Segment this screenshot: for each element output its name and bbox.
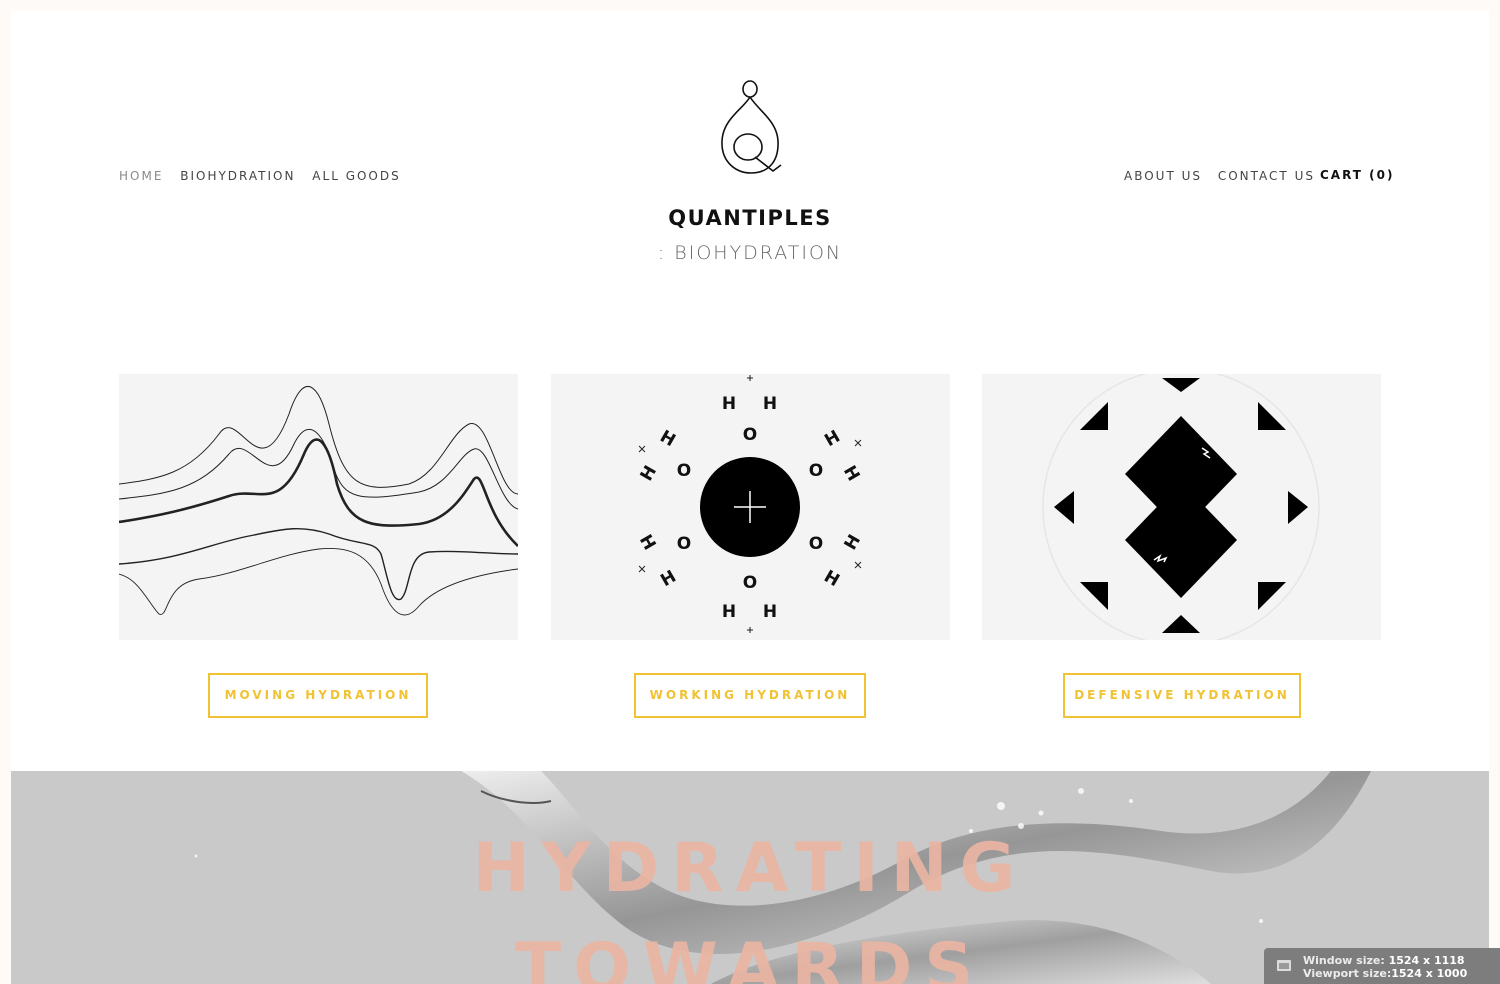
nav-home-link[interactable]: HOME — [119, 169, 163, 183]
svg-text:O: O — [677, 534, 691, 554]
svg-text:H: H — [839, 462, 863, 484]
cart-link[interactable]: CART (0) — [1320, 168, 1394, 182]
svg-text:H: H — [763, 394, 777, 414]
svg-text:H: H — [820, 567, 842, 591]
nav-about-us-link[interactable]: ABOUT US — [1124, 169, 1202, 183]
brand-subtitle: : BIOHYDRATION — [657, 242, 843, 264]
brand-name: QUANTIPLES — [668, 206, 832, 230]
viewport-size-value: 1524 x 1000 — [1391, 967, 1468, 980]
page: HOME BIOHYDRATION ALL GOODS ABOUT US CON… — [11, 11, 1489, 984]
viewport-size-label: Viewport size: — [1303, 967, 1392, 980]
defensive-hydration-image[interactable] — [982, 374, 1381, 640]
primary-nav-left: HOME BIOHYDRATION ALL GOODS — [119, 169, 412, 183]
defensive-hydration-button[interactable]: DEFENSIVE HYDRATION — [1063, 673, 1301, 718]
primary-nav-right: ABOUT US CONTACT US — [1124, 169, 1325, 183]
window-size-label: Window size: — [1303, 954, 1385, 967]
window-size-value: 1524 x 1118 — [1388, 954, 1465, 967]
hero-title-line-1: HYDRATING — [472, 829, 1028, 908]
nav-biohydration-link[interactable]: BIOHYDRATION — [180, 169, 295, 183]
brand-logo-icon[interactable] — [715, 79, 785, 179]
geometric-shield-graphic — [1042, 374, 1320, 640]
nav-all-goods-link[interactable]: ALL GOODS — [312, 169, 400, 183]
svg-text:H: H — [656, 427, 678, 451]
moving-hydration-button[interactable]: MOVING HYDRATION — [208, 673, 428, 718]
moving-hydration-image[interactable] — [119, 374, 518, 640]
window-size-badge: Window size: 1524 x 1118 Viewport size:1… — [1264, 948, 1500, 984]
nav-contact-us-link[interactable]: CONTACT US — [1218, 169, 1315, 183]
svg-text:H: H — [722, 394, 736, 414]
wave-lines-graphic — [119, 386, 518, 616]
window-icon — [1277, 960, 1291, 971]
svg-text:O: O — [677, 461, 691, 481]
working-hydration-image[interactable]: HH O HH O OO OO H H H H H H H H — [551, 374, 950, 640]
svg-text:H: H — [722, 602, 736, 622]
water-molecule-graphic: HH O HH O OO OO H H H H H H H H — [635, 375, 865, 633]
svg-text:H: H — [637, 462, 661, 484]
svg-text:O: O — [743, 425, 757, 445]
svg-text:O: O — [743, 573, 757, 593]
svg-text:O: O — [809, 461, 823, 481]
window-size-text: Window size: 1524 x 1118 Viewport size:1… — [1303, 954, 1467, 980]
working-hydration-button[interactable]: WORKING HYDRATION — [634, 673, 866, 718]
svg-text:H: H — [657, 567, 679, 591]
svg-text:H: H — [763, 602, 777, 622]
svg-text:H: H — [635, 531, 659, 553]
svg-text:O: O — [809, 534, 823, 554]
svg-text:H: H — [821, 427, 843, 451]
svg-text:H: H — [841, 531, 865, 553]
